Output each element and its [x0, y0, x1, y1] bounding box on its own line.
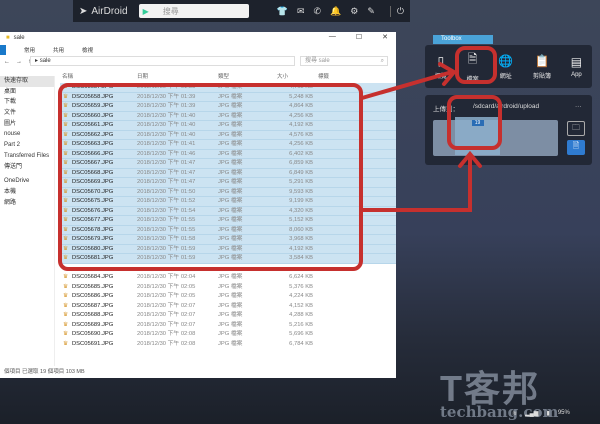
- battery-level: 95%: [557, 410, 570, 416]
- signal-icon: ▂▄▆: [525, 411, 539, 417]
- system-tray: ≋ ▂▄▆ ▮ 95%: [512, 410, 570, 417]
- wifi-icon: ≋: [512, 411, 518, 417]
- arrow-to-drop-zone: [360, 154, 472, 212]
- arrow-to-files-button: [360, 70, 454, 100]
- battery-icon: ▮: [546, 411, 550, 417]
